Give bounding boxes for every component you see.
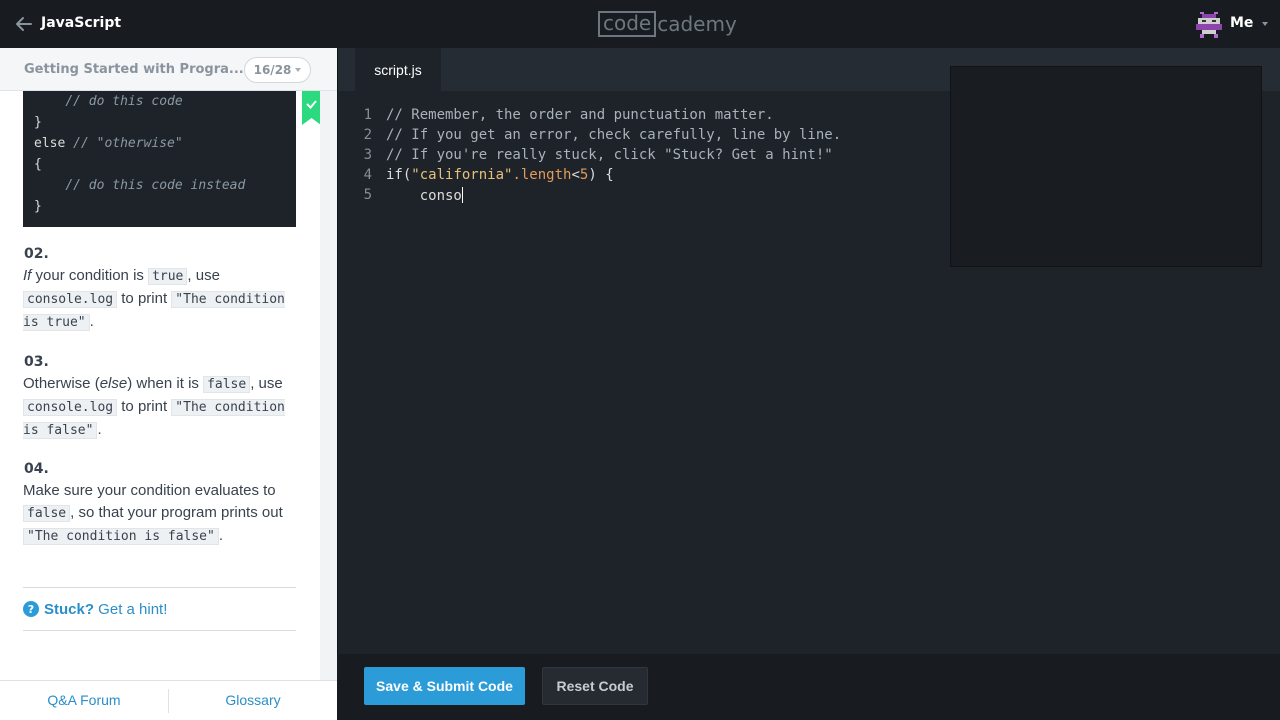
output-console[interactable]: [950, 66, 1262, 267]
chevron-down-icon: [295, 68, 302, 72]
lesson-name[interactable]: Getting Started with Progra...: [24, 62, 244, 77]
step-instruction: If your condition is true, use console.l…: [23, 265, 298, 334]
checkmark-icon: [302, 91, 321, 125]
code-sample-line: }: [34, 199, 42, 214]
step-instruction: Otherwise (else) when it is false, use c…: [23, 373, 298, 442]
code-sample-line: else // "otherwise": [34, 136, 183, 151]
instruction-text: Make sure your condition evaluates to: [23, 482, 276, 499]
code-example-block: // do this code} else // "otherwise" { // …: [23, 91, 296, 227]
tab-script-js[interactable]: script.js: [355, 48, 441, 91]
editor-actions-bar: Save & Submit Code Reset Code: [337, 654, 1280, 720]
code-line[interactable]: if("california".length<5) {: [386, 167, 614, 183]
hint-stuck-label: Stuck?: [44, 601, 95, 618]
code-comment: // do this code instead: [65, 178, 246, 193]
code-sample-line: {: [34, 157, 42, 172]
course-title[interactable]: JavaScript: [41, 15, 121, 31]
code-token: }: [34, 115, 42, 130]
code-sample-line: // do this code instead: [34, 178, 245, 193]
code-sample-line: }: [34, 115, 42, 130]
scrollbar[interactable]: [320, 91, 337, 720]
instruction-text: Otherwise (: [23, 375, 100, 392]
codecademy-logo[interactable]: code cademy: [598, 11, 737, 37]
instruction-text: .: [218, 527, 224, 544]
text-cursor: [461, 187, 463, 203]
code-line[interactable]: // Remember, the order and punctuation m…: [386, 107, 774, 123]
line-number: 4: [363, 167, 372, 183]
user-menu-label[interactable]: Me: [1230, 15, 1253, 31]
step-number: 03.: [24, 354, 49, 370]
step-number: 02.: [24, 246, 49, 262]
lesson-progress-dropdown[interactable]: 16/28: [244, 57, 311, 83]
divider: [23, 587, 296, 588]
inline-code: console.log: [23, 291, 118, 308]
step-number: 04.: [24, 461, 49, 477]
step-instruction: Make sure your condition evaluates to fa…: [23, 480, 298, 548]
arrow-left-icon[interactable]: [14, 14, 34, 34]
code-editor: script.js 1 // Remember, the order and p…: [337, 48, 1280, 654]
instruction-text: to print: [117, 290, 172, 307]
logo-text: cademy: [657, 12, 737, 36]
instruction-text: your condition is: [31, 267, 149, 284]
instructions-footer: Q&A Forum Glossary: [0, 680, 337, 720]
hint-text: Get a hint!: [94, 601, 168, 618]
chevron-down-icon[interactable]: [1262, 22, 1268, 26]
line-number: 3: [363, 147, 372, 163]
operator-token: <: [571, 167, 580, 183]
reset-code-button[interactable]: Reset Code: [542, 667, 648, 705]
divider: [23, 630, 296, 631]
string-token: "california": [411, 167, 513, 183]
code-line-active[interactable]: conso: [386, 187, 463, 204]
code-comment: // do this code: [65, 94, 183, 109]
code-token: if(: [386, 167, 412, 183]
glossary-link[interactable]: Glossary: [169, 692, 337, 708]
inline-code: console.log: [23, 399, 118, 416]
code-comment: // "otherwise": [73, 136, 183, 151]
code-line[interactable]: // If you're really stuck, click "Stuck?…: [386, 147, 833, 163]
code-token: ) {: [588, 167, 614, 183]
qa-forum-link[interactable]: Q&A Forum: [0, 692, 168, 708]
question-circle-icon[interactable]: ?: [23, 601, 39, 617]
instruction-text: ) when it is: [127, 375, 204, 392]
code-line[interactable]: // If you get an error, check carefully,…: [386, 127, 841, 143]
instruction-text: to print: [117, 398, 172, 415]
line-number: 1: [363, 107, 372, 123]
code-token: {: [34, 157, 42, 172]
top-bar: JavaScript code cademy Me: [0, 0, 1280, 48]
inline-code: "The condition is false": [23, 528, 219, 545]
code-token: else: [34, 136, 74, 151]
instructions-panel: Getting Started with Progra... 16/28 // …: [0, 48, 337, 720]
emphasis-text: else: [99, 375, 128, 392]
instruction-text: , use: [250, 375, 283, 392]
instruction-text: .: [97, 421, 102, 438]
save-submit-button[interactable]: Save & Submit Code: [364, 667, 525, 705]
inline-code: false: [23, 505, 71, 522]
inline-code: true: [148, 268, 188, 285]
lesson-header: Getting Started with Progra... 16/28: [0, 48, 337, 91]
instruction-text: , so that your program prints out: [70, 504, 283, 521]
lesson-counter-label: 16/28: [253, 63, 292, 77]
instruction-text: , use: [187, 267, 220, 284]
code-token: conso: [386, 188, 462, 204]
inline-code: false: [203, 376, 251, 393]
code-sample-line: // do this code: [34, 94, 183, 109]
logo-code-box: code: [598, 11, 657, 37]
get-hint-link[interactable]: Stuck? Get a hint!: [44, 601, 167, 618]
instruction-text: .: [89, 313, 94, 330]
line-number: 5: [363, 187, 372, 203]
code-token: }: [34, 199, 42, 214]
property-token: .length: [512, 167, 572, 183]
line-number: 2: [363, 127, 372, 143]
avatar[interactable]: [1196, 12, 1222, 38]
